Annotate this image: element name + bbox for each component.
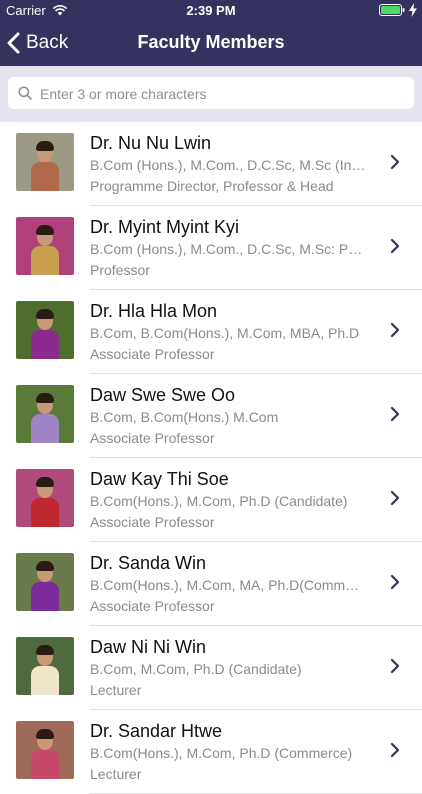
status-bar: Carrier 2:39 PM <box>0 0 422 20</box>
faculty-name: Daw Kay Thi Soe <box>90 469 229 489</box>
faculty-photo <box>16 217 74 275</box>
faculty-name: Dr. Myint Myint Kyi <box>90 217 240 237</box>
status-time: 2:39 PM <box>186 3 236 18</box>
faculty-degrees: B.Com(Hons.), M.Com, MA, Ph.D(Commerce) <box>90 577 366 593</box>
search-box[interactable] <box>8 77 414 111</box>
chevron-right-icon <box>390 406 400 422</box>
search-input[interactable] <box>38 77 412 111</box>
faculty-degrees: B.Com(Hons.), M.Com, Ph.D (Candidate) <box>90 493 348 509</box>
faculty-photo <box>16 469 74 527</box>
faculty-position: Associate Professor <box>90 514 215 530</box>
faculty-position: Associate Professor <box>90 346 215 362</box>
chevron-right-icon <box>390 658 400 674</box>
faculty-photo <box>16 301 74 359</box>
faculty-position: Lecturer <box>90 766 142 782</box>
faculty-row[interactable]: Daw Kay Thi Soe B.Com(Hons.), M.Com, Ph.… <box>0 458 422 542</box>
faculty-name: Dr. Hla Hla Mon <box>90 301 218 321</box>
faculty-row[interactable]: Dr. Myint Myint Kyi B.Com (Hons.), M.Com… <box>0 206 422 290</box>
chevron-right-icon <box>390 238 400 254</box>
faculty-position: Associate Professor <box>90 430 215 446</box>
search-icon <box>18 86 32 100</box>
battery-icon <box>379 4 405 16</box>
faculty-position: Professor <box>90 262 150 278</box>
faculty-row[interactable]: Dr. Hla Hla Mon B.Com, B.Com(Hons.), M.C… <box>0 290 422 374</box>
faculty-list: Dr. Nu Nu Lwin B.Com (Hons.), M.Com., D.… <box>0 122 422 794</box>
faculty-photo <box>16 133 74 191</box>
faculty-degrees: B.Com, M.Com, Ph.D (Candidate) <box>90 661 302 677</box>
faculty-name: Daw Ni Ni Win <box>90 637 207 657</box>
faculty-degrees: B.Com (Hons.), M.Com., D.C.Sc, M.Sc (Int… <box>90 157 366 173</box>
app-header: Carrier 2:39 PM Back Faculty Members <box>0 0 422 66</box>
faculty-degrees: B.Com (Hons.), M.Com., D.C.Sc, M.Sc: Pub… <box>90 241 366 257</box>
chevron-right-icon <box>390 574 400 590</box>
faculty-row[interactable]: Dr. Nu Nu Lwin B.Com (Hons.), M.Com., D.… <box>0 122 422 206</box>
faculty-degrees: B.Com, B.Com(Hons.), M.Com, MBA, Ph.D <box>90 325 360 341</box>
faculty-position: Lecturer <box>90 682 142 698</box>
faculty-photo <box>16 637 74 695</box>
faculty-photo <box>16 721 74 779</box>
faculty-position: Programme Director, Professor & Head <box>90 178 334 194</box>
chevron-right-icon <box>390 490 400 506</box>
faculty-degrees: B.Com(Hons.), M.Com, Ph.D (Commerce) <box>90 745 353 761</box>
faculty-name: Dr. Sanda Win <box>90 553 207 573</box>
chevron-right-icon <box>390 154 400 170</box>
faculty-photo <box>16 385 74 443</box>
faculty-degrees: B.Com, B.Com(Hons.) M.Com <box>90 409 279 425</box>
chevron-right-icon <box>390 322 400 338</box>
nav-bar: Back Faculty Members <box>0 20 422 66</box>
faculty-name: Dr. Sandar Htwe <box>90 721 223 741</box>
faculty-row[interactable]: Dr. Sandar Htwe B.Com(Hons.), M.Com, Ph.… <box>0 710 422 794</box>
faculty-row[interactable]: Daw Swe Swe Oo B.Com, B.Com(Hons.) M.Com… <box>0 374 422 458</box>
search-bar <box>0 66 422 122</box>
page-title: Faculty Members <box>137 32 285 52</box>
faculty-row[interactable]: Daw Ni Ni Win B.Com, M.Com, Ph.D (Candid… <box>0 626 422 710</box>
chevron-right-icon <box>390 742 400 758</box>
faculty-name: Dr. Nu Nu Lwin <box>90 133 212 153</box>
faculty-row[interactable]: Dr. Sanda Win B.Com(Hons.), M.Com, MA, P… <box>0 542 422 626</box>
faculty-position: Associate Professor <box>90 598 215 614</box>
faculty-name: Daw Swe Swe Oo <box>90 385 236 405</box>
faculty-photo <box>16 553 74 611</box>
charging-bolt-icon <box>409 3 417 17</box>
